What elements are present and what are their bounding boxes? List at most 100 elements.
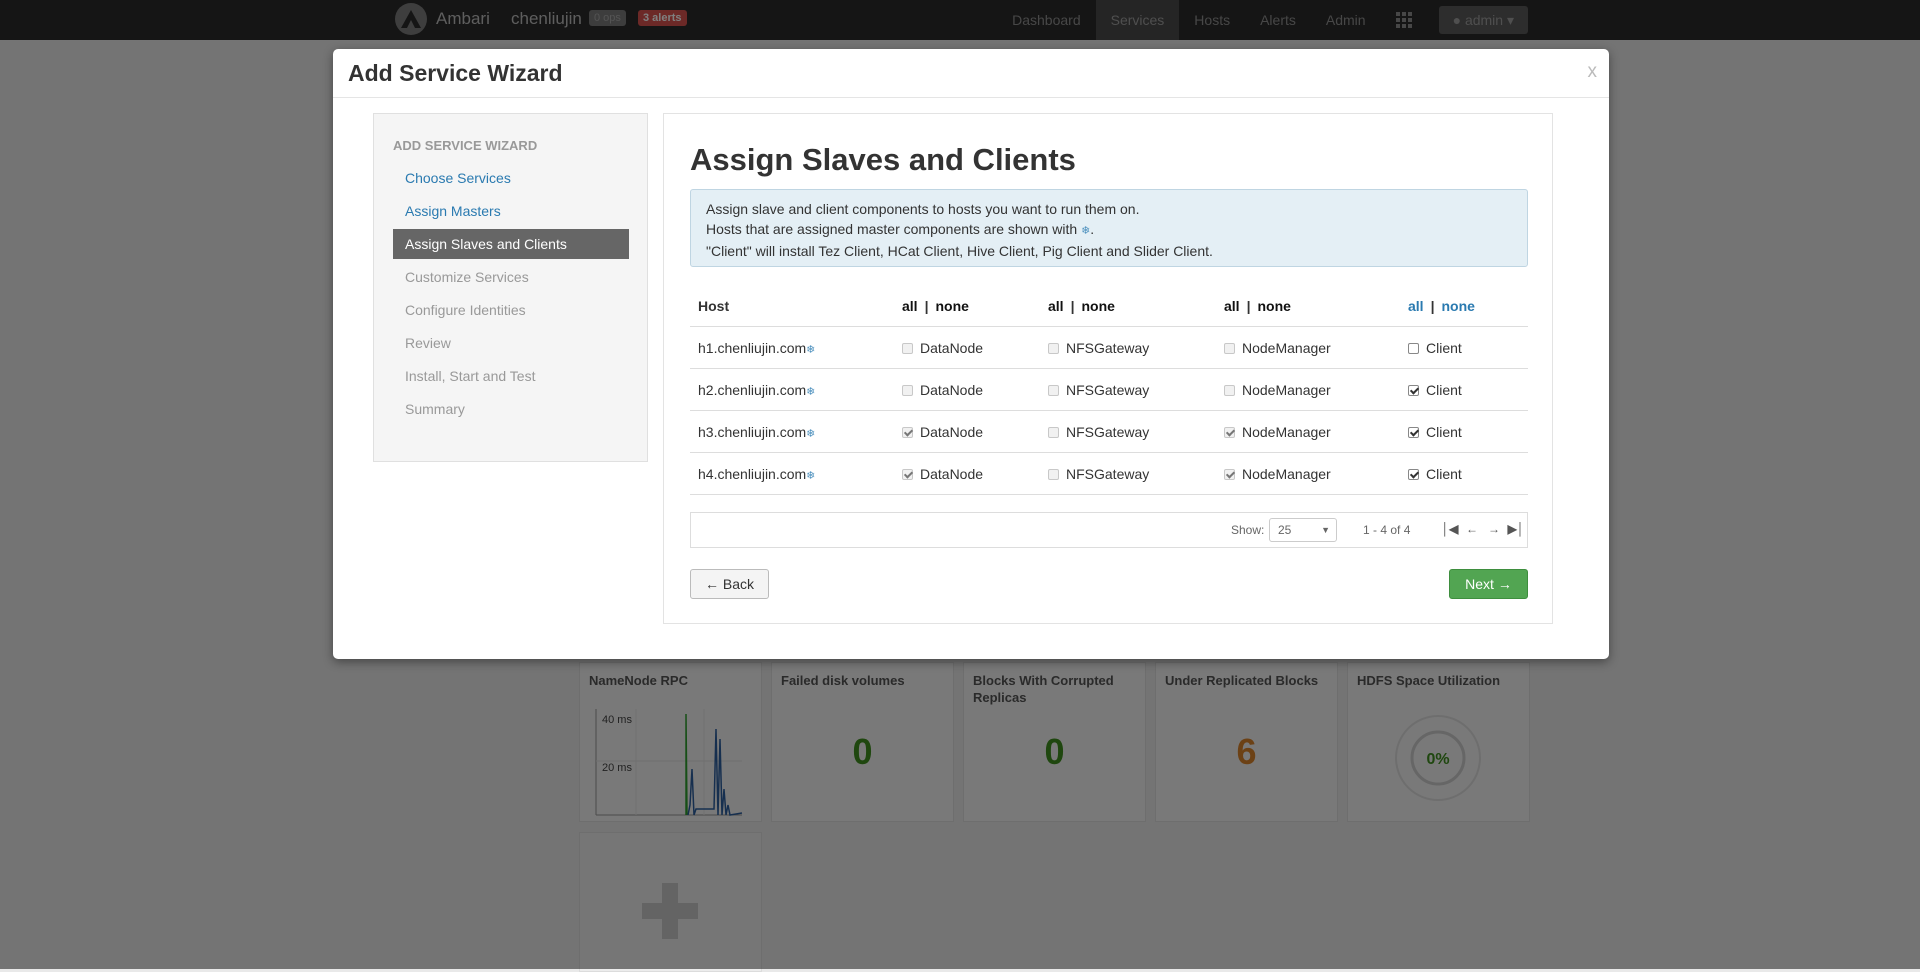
nfsgateway-label: NFSGateway xyxy=(1066,423,1150,440)
snowflake-icon: ❄ xyxy=(806,343,816,356)
nodemanager-label: NodeManager xyxy=(1242,339,1331,356)
nodemanager-checkbox xyxy=(1224,426,1235,438)
nfsgateway-checkbox xyxy=(1048,426,1059,438)
nfsgateway-label: NFSGateway xyxy=(1066,465,1150,482)
nodemanager-select-header: all | none xyxy=(1216,286,1400,327)
first-page-icon[interactable]: │◀ xyxy=(1442,521,1459,537)
nfsgateway-cell: NFSGateway xyxy=(1040,410,1216,453)
wizard-step-install-start-test: Install, Start and Test xyxy=(405,368,536,384)
pager-buttons: │◀ ← → ▶│ xyxy=(1442,521,1525,537)
host-name: h3.chenliujin.com xyxy=(698,423,807,440)
table-row: h2.chenliujin.com❄ DataNode NFSGateway Node… xyxy=(690,368,1528,411)
page-size-value: 25 xyxy=(1278,523,1292,537)
snowflake-icon: ❄ xyxy=(1081,225,1091,237)
table-row: h1.chenliujin.com❄ DataNode NFSGateway Node… xyxy=(690,326,1528,369)
select-none-client[interactable]: none xyxy=(1442,298,1475,314)
nodemanager-label: NodeManager xyxy=(1242,465,1331,482)
nodemanager-cell: NodeManager xyxy=(1216,326,1400,369)
page-size-select[interactable]: 25 ▼ xyxy=(1269,518,1337,542)
host-rows: h1.chenliujin.com❄ DataNode NFSGateway Node… xyxy=(690,326,1528,495)
table-pager: Show: 25 ▼ 1 - 4 of 4 │◀ ← → ▶│ xyxy=(690,512,1528,548)
page-title: Assign Slaves and Clients xyxy=(690,142,1076,177)
add-service-modal: Add Service Wizard x ADD SERVICE WIZARD … xyxy=(333,49,1609,659)
next-button[interactable]: Next → xyxy=(1449,569,1528,599)
nfsgateway-select-header: all | none xyxy=(1040,286,1216,327)
host-name: h4.chenliujin.com xyxy=(698,465,807,482)
client-checkbox[interactable] xyxy=(1408,342,1419,354)
wizard-sidebar-header: ADD SERVICE WIZARD xyxy=(393,138,538,153)
nfsgateway-label: NFSGateway xyxy=(1066,339,1150,356)
last-page-icon[interactable]: ▶│ xyxy=(1508,521,1525,537)
datanode-cell: DataNode xyxy=(894,452,1040,495)
nfsgateway-cell: NFSGateway xyxy=(1040,452,1216,495)
modal-header: Add Service Wizard x xyxy=(333,49,1609,98)
pager-range: 1 - 4 of 4 xyxy=(1363,523,1411,537)
nodemanager-checkbox xyxy=(1224,468,1235,480)
client-select-header: all | none xyxy=(1400,286,1528,327)
nodemanager-checkbox xyxy=(1224,342,1235,354)
host-component-table: Host all | none all | none all | none all | none… xyxy=(690,286,1528,495)
datanode-checkbox xyxy=(902,384,913,396)
snowflake-icon: ❄ xyxy=(806,469,816,482)
wizard-step-review: Review xyxy=(405,335,451,351)
host-name: h2.chenliujin.com xyxy=(698,381,807,398)
host-name: h1.chenliujin.com xyxy=(698,339,807,356)
datanode-label: DataNode xyxy=(920,339,984,356)
datanode-select-header: all | none xyxy=(894,286,1040,327)
datanode-cell: DataNode xyxy=(894,368,1040,411)
select-all-client[interactable]: all xyxy=(1408,298,1424,314)
next-page-icon[interactable]: → xyxy=(1487,521,1501,537)
info-alert: Assign slave and client components to ho… xyxy=(690,189,1528,267)
info-line-3: "Client" will install Tez Client, HCat C… xyxy=(706,243,1213,259)
info-line-2: Hosts that are assigned master component… xyxy=(706,219,1512,241)
info-line-2-suffix: . xyxy=(1090,221,1095,237)
client-label: Client xyxy=(1426,381,1462,398)
datanode-cell: DataNode xyxy=(894,326,1040,369)
nodemanager-label: NodeManager xyxy=(1242,423,1331,440)
nodemanager-cell: NodeManager xyxy=(1216,368,1400,411)
table-row: h4.chenliujin.com❄ DataNode NFSGateway Node… xyxy=(690,452,1528,495)
modal-title: Add Service Wizard xyxy=(348,60,563,86)
host-column-header: Host xyxy=(690,286,894,327)
wizard-step-assign-masters[interactable]: Assign Masters xyxy=(393,196,629,226)
host-cell: h1.chenliujin.com❄ xyxy=(690,326,894,369)
close-icon[interactable]: x xyxy=(1588,61,1598,83)
wizard-step-assign-slaves[interactable]: Assign Slaves and Clients xyxy=(393,229,629,259)
select-all-nodemanager[interactable]: all xyxy=(1224,298,1240,314)
nfsgateway-checkbox xyxy=(1048,384,1059,396)
nodemanager-cell: NodeManager xyxy=(1216,410,1400,453)
wizard-content: Assign Slaves and Clients Assign slave a… xyxy=(663,113,1553,624)
host-cell: h2.chenliujin.com❄ xyxy=(690,368,894,411)
client-label: Client xyxy=(1426,465,1462,482)
datanode-cell: DataNode xyxy=(894,410,1040,453)
select-none-nodemanager[interactable]: none xyxy=(1258,298,1291,314)
client-checkbox[interactable] xyxy=(1408,468,1419,480)
prev-page-icon[interactable]: ← xyxy=(1465,521,1479,537)
table-header-row: Host all | none all | none all | none all | none xyxy=(690,286,1528,327)
select-all-nfsgateway[interactable]: all xyxy=(1048,298,1064,314)
info-line-1: Assign slave and client components to ho… xyxy=(706,201,1140,217)
datanode-checkbox xyxy=(902,468,913,480)
pager-show-label: Show: xyxy=(1231,523,1265,537)
client-checkbox[interactable] xyxy=(1408,426,1419,438)
host-cell: h3.chenliujin.com❄ xyxy=(690,410,894,453)
nfsgateway-cell: NFSGateway xyxy=(1040,368,1216,411)
wizard-step-configure-identities: Configure Identities xyxy=(405,302,526,318)
select-all-datanode[interactable]: all xyxy=(902,298,918,314)
wizard-step-customize-services: Customize Services xyxy=(405,269,529,285)
datanode-checkbox xyxy=(902,342,913,354)
datanode-label: DataNode xyxy=(920,465,984,482)
datanode-label: DataNode xyxy=(920,381,984,398)
client-cell: Client xyxy=(1400,410,1528,453)
nfsgateway-checkbox xyxy=(1048,342,1059,354)
nfsgateway-label: NFSGateway xyxy=(1066,381,1150,398)
info-line-2-text: Hosts that are assigned master component… xyxy=(706,221,1082,237)
select-none-datanode[interactable]: none xyxy=(936,298,969,314)
chevron-down-icon: ▼ xyxy=(1321,525,1330,535)
select-none-nfsgateway[interactable]: none xyxy=(1082,298,1115,314)
nodemanager-label: NodeManager xyxy=(1242,381,1331,398)
back-button[interactable]: ← Back xyxy=(690,569,769,599)
wizard-step-choose-services[interactable]: Choose Services xyxy=(393,163,629,193)
client-label: Client xyxy=(1426,423,1462,440)
client-checkbox[interactable] xyxy=(1408,384,1419,396)
